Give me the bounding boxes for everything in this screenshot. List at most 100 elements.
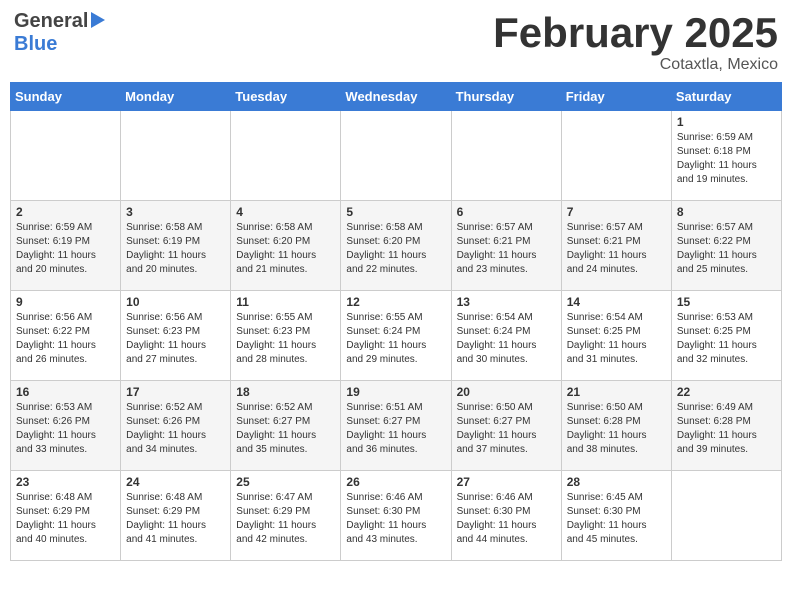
day-number: 20 bbox=[457, 385, 556, 399]
day-info: Sunrise: 6:46 AM Sunset: 6:30 PM Dayligh… bbox=[346, 491, 445, 547]
day-number: 23 bbox=[16, 475, 115, 489]
day-info: Sunrise: 6:52 AM Sunset: 6:26 PM Dayligh… bbox=[126, 401, 225, 457]
calendar-week-row: 16 Sunrise: 6:53 AM Sunset: 6:26 PM Dayli… bbox=[11, 381, 782, 471]
page-header: General Blue February 2025 Cotaxtla, Mex… bbox=[10, 10, 782, 74]
calendar-empty-cell bbox=[11, 111, 121, 201]
day-number: 25 bbox=[236, 475, 335, 489]
day-number: 16 bbox=[16, 385, 115, 399]
calendar-day-21: 21 Sunrise: 6:50 AM Sunset: 6:28 PM Dayli… bbox=[561, 381, 671, 471]
day-info: Sunrise: 6:58 AM Sunset: 6:20 PM Dayligh… bbox=[236, 221, 335, 277]
logo-triangle-icon bbox=[91, 12, 105, 28]
day-info: Sunrise: 6:49 AM Sunset: 6:28 PM Dayligh… bbox=[677, 401, 776, 457]
day-info: Sunrise: 6:56 AM Sunset: 6:22 PM Dayligh… bbox=[16, 311, 115, 367]
calendar-day-22: 22 Sunrise: 6:49 AM Sunset: 6:28 PM Dayli… bbox=[671, 381, 781, 471]
day-number: 9 bbox=[16, 295, 115, 309]
calendar-day-10: 10 Sunrise: 6:56 AM Sunset: 6:23 PM Dayli… bbox=[121, 291, 231, 381]
calendar-day-11: 11Sunrise: 6:55 AM Sunset: 6:23 PM Dayli… bbox=[231, 291, 341, 381]
day-number: 6 bbox=[457, 205, 556, 219]
day-number: 14 bbox=[567, 295, 666, 309]
calendar-day-9: 9 Sunrise: 6:56 AM Sunset: 6:22 PM Daylig… bbox=[11, 291, 121, 381]
calendar-location: Cotaxtla, Mexico bbox=[493, 56, 778, 74]
day-info: Sunrise: 6:57 AM Sunset: 6:22 PM Dayligh… bbox=[677, 221, 776, 277]
day-info: Sunrise: 6:48 AM Sunset: 6:29 PM Dayligh… bbox=[126, 491, 225, 547]
day-number: 3 bbox=[126, 205, 225, 219]
day-info: Sunrise: 6:58 AM Sunset: 6:19 PM Dayligh… bbox=[126, 221, 225, 277]
day-info: Sunrise: 6:50 AM Sunset: 6:27 PM Dayligh… bbox=[457, 401, 556, 457]
day-number: 15 bbox=[677, 295, 776, 309]
day-info: Sunrise: 6:58 AM Sunset: 6:20 PM Dayligh… bbox=[346, 221, 445, 277]
calendar-day-6: 6 Sunrise: 6:57 AM Sunset: 6:21 PM Daylig… bbox=[451, 201, 561, 291]
day-info: Sunrise: 6:46 AM Sunset: 6:30 PM Dayligh… bbox=[457, 491, 556, 547]
calendar-empty-cell bbox=[231, 111, 341, 201]
day-number: 11 bbox=[236, 295, 335, 309]
logo: General Blue bbox=[14, 10, 105, 56]
calendar-day-15: 15 Sunrise: 6:53 AM Sunset: 6:25 PM Dayli… bbox=[671, 291, 781, 381]
calendar-day-4: 4 Sunrise: 6:58 AM Sunset: 6:20 PM Daylig… bbox=[231, 201, 341, 291]
calendar-day-25: 25 Sunrise: 6:47 AM Sunset: 6:29 PM Dayli… bbox=[231, 471, 341, 561]
header-monday: Monday bbox=[121, 83, 231, 111]
day-info: Sunrise: 6:50 AM Sunset: 6:28 PM Dayligh… bbox=[567, 401, 666, 457]
day-info: Sunrise: 6:55 AM Sunset: 6:24 PM Dayligh… bbox=[346, 311, 445, 367]
day-number: 5 bbox=[346, 205, 445, 219]
day-info: Sunrise: 6:45 AM Sunset: 6:30 PM Dayligh… bbox=[567, 491, 666, 547]
day-info: Sunrise: 6:57 AM Sunset: 6:21 PM Dayligh… bbox=[567, 221, 666, 277]
day-number: 27 bbox=[457, 475, 556, 489]
calendar-empty-cell bbox=[341, 111, 451, 201]
day-info: Sunrise: 6:59 AM Sunset: 6:19 PM Dayligh… bbox=[16, 221, 115, 277]
calendar-empty-cell bbox=[121, 111, 231, 201]
day-info: Sunrise: 6:54 AM Sunset: 6:24 PM Dayligh… bbox=[457, 311, 556, 367]
calendar-day-23: 23Sunrise: 6:48 AM Sunset: 6:29 PM Dayli… bbox=[11, 471, 121, 561]
day-info: Sunrise: 6:54 AM Sunset: 6:25 PM Dayligh… bbox=[567, 311, 666, 367]
day-number: 13 bbox=[457, 295, 556, 309]
calendar-week-row: 9 Sunrise: 6:56 AM Sunset: 6:22 PM Daylig… bbox=[11, 291, 782, 381]
calendar-title: February 2025 bbox=[493, 10, 778, 56]
day-info: Sunrise: 6:59 AM Sunset: 6:18 PM Dayligh… bbox=[677, 131, 776, 187]
day-number: 8 bbox=[677, 205, 776, 219]
day-info: Sunrise: 6:56 AM Sunset: 6:23 PM Dayligh… bbox=[126, 311, 225, 367]
calendar-day-18: 18Sunrise: 6:52 AM Sunset: 6:27 PM Dayli… bbox=[231, 381, 341, 471]
day-number: 10 bbox=[126, 295, 225, 309]
header-saturday: Saturday bbox=[671, 83, 781, 111]
calendar-day-3: 3 Sunrise: 6:58 AM Sunset: 6:19 PM Daylig… bbox=[121, 201, 231, 291]
day-number: 19 bbox=[346, 385, 445, 399]
day-info: Sunrise: 6:53 AM Sunset: 6:26 PM Dayligh… bbox=[16, 401, 115, 457]
calendar-day-12: 12Sunrise: 6:55 AM Sunset: 6:24 PM Dayli… bbox=[341, 291, 451, 381]
day-number: 17 bbox=[126, 385, 225, 399]
day-info: Sunrise: 6:47 AM Sunset: 6:29 PM Dayligh… bbox=[236, 491, 335, 547]
day-info: Sunrise: 6:57 AM Sunset: 6:21 PM Dayligh… bbox=[457, 221, 556, 277]
header-friday: Friday bbox=[561, 83, 671, 111]
header-wednesday: Wednesday bbox=[341, 83, 451, 111]
calendar-day-1: 1Sunrise: 6:59 AM Sunset: 6:18 PM Daylig… bbox=[671, 111, 781, 201]
calendar-day-19: 19 Sunrise: 6:51 AM Sunset: 6:27 PM Dayli… bbox=[341, 381, 451, 471]
day-info: Sunrise: 6:53 AM Sunset: 6:25 PM Dayligh… bbox=[677, 311, 776, 367]
calendar-table: SundayMondayTuesdayWednesdayThursdayFrid… bbox=[10, 82, 782, 561]
calendar-empty-cell bbox=[561, 111, 671, 201]
header-thursday: Thursday bbox=[451, 83, 561, 111]
calendar-day-24: 24 Sunrise: 6:48 AM Sunset: 6:29 PM Dayli… bbox=[121, 471, 231, 561]
calendar-day-17: 17 Sunrise: 6:52 AM Sunset: 6:26 PM Dayli… bbox=[121, 381, 231, 471]
day-number: 26 bbox=[346, 475, 445, 489]
calendar-week-row: 1Sunrise: 6:59 AM Sunset: 6:18 PM Daylig… bbox=[11, 111, 782, 201]
day-number: 7 bbox=[567, 205, 666, 219]
day-number: 4 bbox=[236, 205, 335, 219]
logo-general-text: General bbox=[14, 10, 88, 33]
calendar-day-13: 13 Sunrise: 6:54 AM Sunset: 6:24 PM Dayli… bbox=[451, 291, 561, 381]
calendar-day-16: 16 Sunrise: 6:53 AM Sunset: 6:26 PM Dayli… bbox=[11, 381, 121, 471]
day-number: 22 bbox=[677, 385, 776, 399]
logo-blue-text: Blue bbox=[14, 33, 57, 56]
day-number: 24 bbox=[126, 475, 225, 489]
day-number: 21 bbox=[567, 385, 666, 399]
calendar-header-row: SundayMondayTuesdayWednesdayThursdayFrid… bbox=[11, 83, 782, 111]
calendar-day-5: 5 Sunrise: 6:58 AM Sunset: 6:20 PM Daylig… bbox=[341, 201, 451, 291]
calendar-week-row: 23 Sunrise: 6:48 AM Sunset: 6:29 PM Dayli… bbox=[11, 471, 782, 561]
calendar-day-2: 2 Sunrise: 6:59 AM Sunset: 6:19 PM Daylig… bbox=[11, 201, 121, 291]
calendar-empty-cell bbox=[671, 471, 781, 561]
calendar-day-28: 28 Sunrise: 6:45 AM Sunset: 6:30 PM Dayli… bbox=[561, 471, 671, 561]
day-info: Sunrise: 6:52 AM Sunset: 6:27 PM Dayligh… bbox=[236, 401, 335, 457]
header-tuesday: Tuesday bbox=[231, 83, 341, 111]
day-number: 2 bbox=[16, 205, 115, 219]
calendar-day-14: 14 Sunrise: 6:54 AM Sunset: 6:25 PM Dayli… bbox=[561, 291, 671, 381]
day-number: 28 bbox=[567, 475, 666, 489]
day-info: Sunrise: 6:51 AM Sunset: 6:27 PM Dayligh… bbox=[346, 401, 445, 457]
calendar-day-7: 7 Sunrise: 6:57 AM Sunset: 6:21 PM Daylig… bbox=[561, 201, 671, 291]
